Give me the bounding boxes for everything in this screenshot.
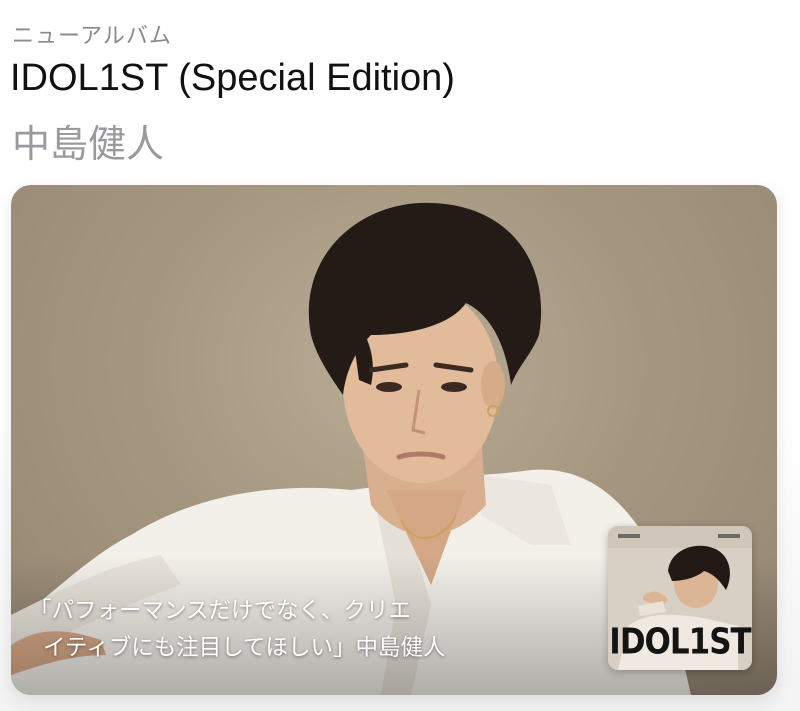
artist-name[interactable]: 中島健人 <box>12 113 164 168</box>
album-artwork-thumbnail[interactable]: IDOL1ST <box>608 526 752 670</box>
feature-caption[interactable]: 「パフォーマンスだけでなく、クリエ イティブにも注目してほしい」中島健人 <box>29 593 589 667</box>
caption-line-2: イティブにも注目してほしい」中島健人 <box>43 635 446 661</box>
album-logo: IDOL1ST <box>609 621 751 663</box>
page: ニューアルバム IDOL1ST (Special Edition) 中島健人 「… <box>0 0 800 711</box>
featured-album-card[interactable]: 「パフォーマンスだけでなく、クリエ イティブにも注目してほしい」中島健人 IDO… <box>11 185 777 695</box>
caption-line-1: 「パフォーマンスだけでなく、クリエ <box>29 598 412 624</box>
album-title[interactable]: IDOL1ST (Special Edition) <box>10 57 455 100</box>
section-eyebrow: ニューアルバム <box>12 24 172 49</box>
